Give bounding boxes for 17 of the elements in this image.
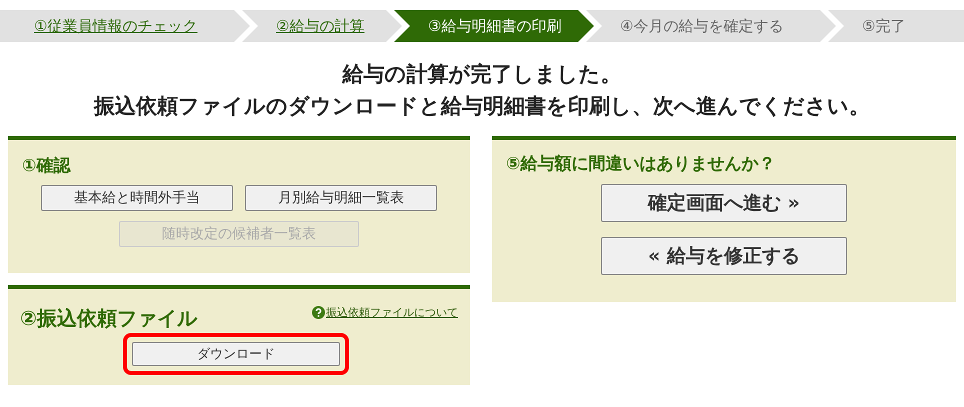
action-button[interactable]: 確定画面へ進む » <box>601 184 847 222</box>
help-link[interactable]: 振込依頼ファイルについて <box>312 305 458 320</box>
action-button[interactable]: « 給与を修正する <box>601 237 847 275</box>
download-button[interactable]: ダウンロード <box>132 342 340 366</box>
step-tab[interactable]: ①従業員情報のチェック <box>0 10 250 42</box>
headline: 給与の計算が完了しました。 <box>341 61 622 88</box>
step-tab[interactable]: ③給与明細書の印刷 <box>394 10 594 42</box>
headline: 振込依頼ファイルのダウンロードと給与明細書を印刷し、次へ進んでください。 <box>92 93 871 120</box>
report-button[interactable]: 基本給と時間外手当 <box>41 185 233 211</box>
step-tab[interactable]: ④今月の給与を確定する <box>586 10 836 42</box>
panel-title: ②振込依頼ファイル <box>20 305 197 332</box>
panel-title: ⑤給与額に間違いはありませんか？ <box>506 153 776 175</box>
report-button[interactable]: 月別給与明細一覧表 <box>245 185 437 211</box>
help-icon <box>312 306 325 319</box>
step-tab[interactable]: ②給与の計算 <box>242 10 402 42</box>
step-tab[interactable]: ⑤完了 <box>828 10 964 42</box>
panel-title: ①確認 <box>22 155 72 177</box>
